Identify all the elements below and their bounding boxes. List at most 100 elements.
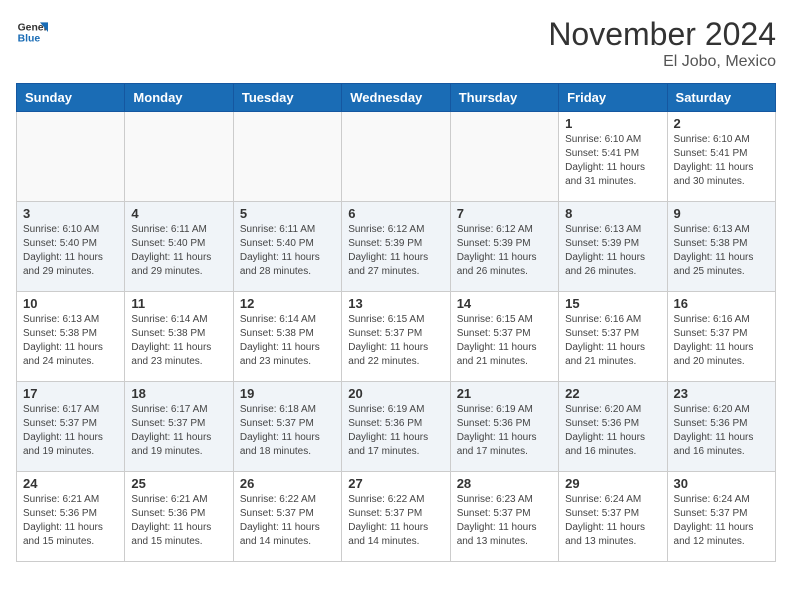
calendar-cell: 20Sunrise: 6:19 AMSunset: 5:36 PMDayligh… (342, 382, 450, 472)
calendar-cell: 29 Sunrise: 6:24 AMSunset: 5:37 PMDayligh… (559, 472, 667, 562)
calendar-cell: 5 Sunrise: 6:11 AMSunset: 5:40 PMDaylight… (233, 202, 341, 292)
calendar-cell: 30 Sunrise: 6:24 AMSunset: 5:37 PMDayligh… (667, 472, 775, 562)
calendar-cell: 6Sunrise: 6:12 AMSunset: 5:39 PMDaylight… (342, 202, 450, 292)
day-info: Sunrise: 6:12 AMSunset: 5:39 PMDaylight:… (348, 223, 443, 279)
day-info: Sunrise: 6:20 AMSunset: 5:36 PMDaylight:… (674, 403, 769, 459)
calendar-cell (17, 112, 125, 202)
day-info: Sunrise: 6:20 AMSunset: 5:36 PMDaylight:… (565, 403, 660, 459)
day-number: 3 (23, 206, 118, 221)
day-info: Sunrise: 6:11 AMSunset: 5:40 PMDaylight:… (240, 223, 335, 279)
day-info: Sunrise: 6:13 AMSunset: 5:38 PMDaylight:… (674, 223, 769, 279)
calendar-cell: 9 Sunrise: 6:13 AMSunset: 5:38 PMDaylight… (667, 202, 775, 292)
day-number: 1 (565, 116, 660, 131)
day-info: Sunrise: 6:11 AMSunset: 5:40 PMDaylight:… (131, 223, 226, 279)
calendar-cell: 27 Sunrise: 6:22 AMSunset: 5:37 PMDayligh… (342, 472, 450, 562)
day-info: Sunrise: 6:14 AMSunset: 5:38 PMDaylight:… (131, 313, 226, 369)
day-number: 8 (565, 206, 660, 221)
day-number: 4 (131, 206, 226, 221)
calendar-cell: 13Sunrise: 6:15 AMSunset: 5:37 PMDayligh… (342, 292, 450, 382)
day-info: Sunrise: 6:13 AMSunset: 5:39 PMDaylight:… (565, 223, 660, 279)
day-info: Sunrise: 6:17 AMSunset: 5:37 PMDaylight:… (131, 403, 226, 459)
calendar-week-1: 1 Sunrise: 6:10 AMSunset: 5:41 PMDaylight… (17, 112, 776, 202)
col-header-sunday: Sunday (17, 84, 125, 112)
svg-text:Blue: Blue (18, 34, 41, 45)
calendar-week-5: 24 Sunrise: 6:21 AMSunset: 5:36 PMDayligh… (17, 472, 776, 562)
day-number: 30 (674, 476, 769, 491)
day-number: 12 (240, 296, 335, 311)
calendar-cell (233, 112, 341, 202)
day-number: 7 (457, 206, 552, 221)
calendar-cell: 25 Sunrise: 6:21 AMSunset: 5:36 PMDayligh… (125, 472, 233, 562)
day-number: 19 (240, 386, 335, 401)
calendar-cell: 14 Sunrise: 6:15 AMSunset: 5:37 PMDayligh… (450, 292, 558, 382)
calendar-cell: 4 Sunrise: 6:11 AMSunset: 5:40 PMDaylight… (125, 202, 233, 292)
day-info: Sunrise: 6:22 AMSunset: 5:37 PMDaylight:… (348, 493, 443, 549)
day-number: 9 (674, 206, 769, 221)
calendar-cell: 28 Sunrise: 6:23 AMSunset: 5:37 PMDayligh… (450, 472, 558, 562)
day-info: Sunrise: 6:10 AMSunset: 5:41 PMDaylight:… (674, 133, 769, 189)
day-info: Sunrise: 6:21 AMSunset: 5:36 PMDaylight:… (131, 493, 226, 549)
day-number: 11 (131, 296, 226, 311)
day-info: Sunrise: 6:18 AMSunset: 5:37 PMDaylight:… (240, 403, 335, 459)
day-number: 25 (131, 476, 226, 491)
calendar-cell: 7 Sunrise: 6:12 AMSunset: 5:39 PMDaylight… (450, 202, 558, 292)
day-number: 21 (457, 386, 552, 401)
day-info: Sunrise: 6:12 AMSunset: 5:39 PMDaylight:… (457, 223, 552, 279)
calendar-table: SundayMondayTuesdayWednesdayThursdayFrid… (16, 83, 776, 562)
day-info: Sunrise: 6:24 AMSunset: 5:37 PMDaylight:… (674, 493, 769, 549)
day-number: 14 (457, 296, 552, 311)
calendar-cell: 8 Sunrise: 6:13 AMSunset: 5:39 PMDaylight… (559, 202, 667, 292)
day-info: Sunrise: 6:17 AMSunset: 5:37 PMDaylight:… (23, 403, 118, 459)
calendar-cell: 17 Sunrise: 6:17 AMSunset: 5:37 PMDayligh… (17, 382, 125, 472)
location: El Jobo, Mexico (548, 53, 776, 71)
day-number: 17 (23, 386, 118, 401)
logo-icon: General Blue (16, 16, 48, 48)
calendar-cell: 18 Sunrise: 6:17 AMSunset: 5:37 PMDayligh… (125, 382, 233, 472)
day-info: Sunrise: 6:23 AMSunset: 5:37 PMDaylight:… (457, 493, 552, 549)
day-number: 13 (348, 296, 443, 311)
calendar-cell (450, 112, 558, 202)
day-info: Sunrise: 6:15 AMSunset: 5:37 PMDaylight:… (457, 313, 552, 369)
col-header-friday: Friday (559, 84, 667, 112)
calendar-header-row: SundayMondayTuesdayWednesdayThursdayFrid… (17, 84, 776, 112)
calendar-cell: 22Sunrise: 6:20 AMSunset: 5:36 PMDayligh… (559, 382, 667, 472)
calendar-cell: 1 Sunrise: 6:10 AMSunset: 5:41 PMDaylight… (559, 112, 667, 202)
day-number: 23 (674, 386, 769, 401)
col-header-wednesday: Wednesday (342, 84, 450, 112)
calendar-cell: 15Sunrise: 6:16 AMSunset: 5:37 PMDayligh… (559, 292, 667, 382)
day-number: 20 (348, 386, 443, 401)
day-info: Sunrise: 6:13 AMSunset: 5:38 PMDaylight:… (23, 313, 118, 369)
day-number: 28 (457, 476, 552, 491)
day-number: 18 (131, 386, 226, 401)
col-header-saturday: Saturday (667, 84, 775, 112)
day-info: Sunrise: 6:24 AMSunset: 5:37 PMDaylight:… (565, 493, 660, 549)
calendar-cell: 3Sunrise: 6:10 AMSunset: 5:40 PMDaylight… (17, 202, 125, 292)
day-number: 24 (23, 476, 118, 491)
calendar-cell (125, 112, 233, 202)
day-number: 29 (565, 476, 660, 491)
col-header-tuesday: Tuesday (233, 84, 341, 112)
day-info: Sunrise: 6:21 AMSunset: 5:36 PMDaylight:… (23, 493, 118, 549)
calendar-cell: 24 Sunrise: 6:21 AMSunset: 5:36 PMDayligh… (17, 472, 125, 562)
day-number: 15 (565, 296, 660, 311)
col-header-monday: Monday (125, 84, 233, 112)
day-number: 5 (240, 206, 335, 221)
calendar-week-4: 17 Sunrise: 6:17 AMSunset: 5:37 PMDayligh… (17, 382, 776, 472)
calendar-cell: 21 Sunrise: 6:19 AMSunset: 5:36 PMDayligh… (450, 382, 558, 472)
day-info: Sunrise: 6:16 AMSunset: 5:37 PMDaylight:… (674, 313, 769, 369)
title-block: November 2024 El Jobo, Mexico (548, 16, 776, 71)
calendar-cell: 23 Sunrise: 6:20 AMSunset: 5:36 PMDayligh… (667, 382, 775, 472)
day-info: Sunrise: 6:14 AMSunset: 5:38 PMDaylight:… (240, 313, 335, 369)
day-info: Sunrise: 6:19 AMSunset: 5:36 PMDaylight:… (457, 403, 552, 459)
calendar-cell: 12 Sunrise: 6:14 AMSunset: 5:38 PMDayligh… (233, 292, 341, 382)
page-header: General Blue November 2024 El Jobo, Mexi… (16, 16, 776, 71)
calendar-cell: 19 Sunrise: 6:18 AMSunset: 5:37 PMDayligh… (233, 382, 341, 472)
calendar-week-3: 10Sunrise: 6:13 AMSunset: 5:38 PMDayligh… (17, 292, 776, 382)
calendar-cell (342, 112, 450, 202)
day-number: 2 (674, 116, 769, 131)
day-number: 27 (348, 476, 443, 491)
calendar-cell: 10Sunrise: 6:13 AMSunset: 5:38 PMDayligh… (17, 292, 125, 382)
month-title: November 2024 (548, 16, 776, 53)
day-info: Sunrise: 6:10 AMSunset: 5:41 PMDaylight:… (565, 133, 660, 189)
day-number: 16 (674, 296, 769, 311)
